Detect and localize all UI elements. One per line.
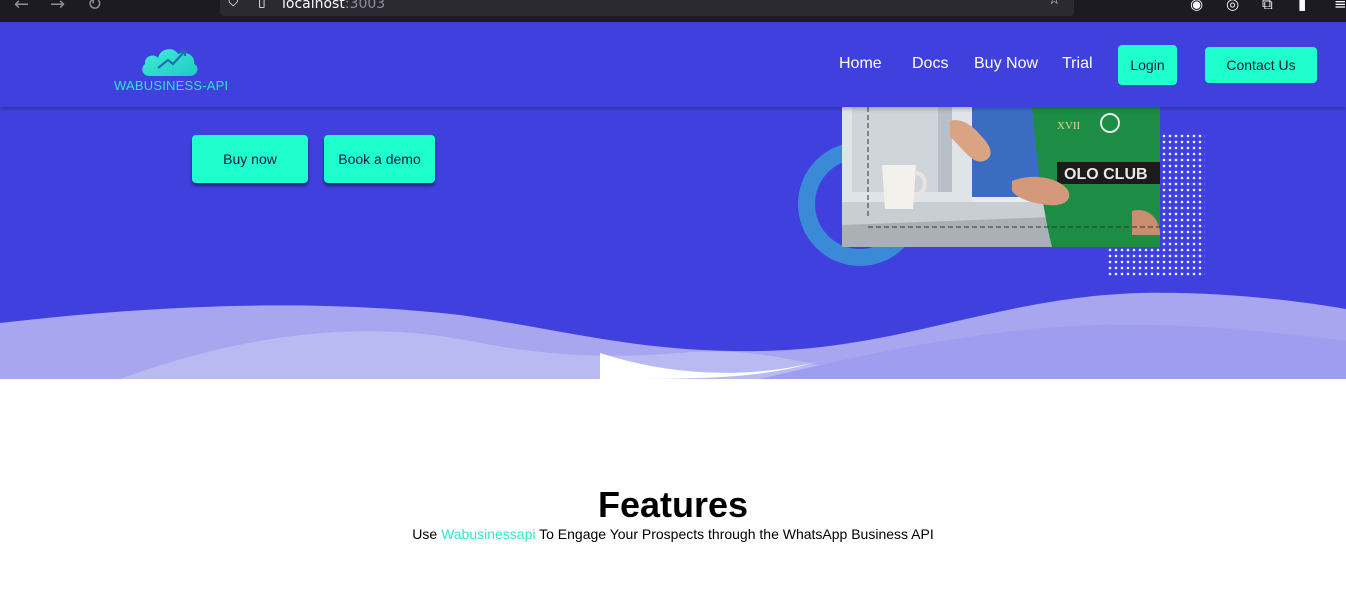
logo-text: WABUSINESS-API xyxy=(114,78,229,93)
bookmark-star-icon[interactable]: ☆ xyxy=(1048,0,1061,8)
account-icon[interactable]: ◎ xyxy=(1226,0,1239,13)
hero-image: OLO CLUB XVII xyxy=(842,107,1160,247)
contact-us-button[interactable]: Contact Us xyxy=(1205,47,1317,83)
features-subtitle: Use Wabusinessapi To Engage Your Prospec… xyxy=(0,526,1346,542)
url-text: localhost:3003 xyxy=(282,0,386,12)
shield-icon: ⛉ xyxy=(228,0,239,10)
extensions-icon[interactable]: ⧉ xyxy=(1262,0,1273,13)
browser-toolbar: ← → ↻ ⛉ ▯ localhost:3003 ☆ ◉ ◎ ⧉ ▮ ≡ xyxy=(0,0,1346,22)
address-bar[interactable]: ⛉ ▯ localhost:3003 ☆ xyxy=(220,0,1074,16)
pocket-icon[interactable]: ◉ xyxy=(1190,0,1203,13)
subtitle-prefix: Use xyxy=(412,526,442,542)
reload-icon[interactable]: ↻ xyxy=(87,0,102,16)
nav-home[interactable]: Home xyxy=(839,55,882,73)
cloud-logo-icon xyxy=(142,49,198,76)
logo[interactable]: WABUSINESS-API xyxy=(112,42,229,94)
book-demo-button[interactable]: Book a demo xyxy=(324,135,435,183)
page-icon: ▯ xyxy=(258,0,266,10)
reader-icon[interactable]: ▮ xyxy=(1298,0,1306,13)
nav-trial[interactable]: Trial xyxy=(1062,55,1093,73)
buy-now-button[interactable]: Buy now xyxy=(192,135,308,183)
site-header: WABUSINESS-API Home Docs Buy Now Trial L… xyxy=(0,22,1346,107)
svg-text:OLO CLUB: OLO CLUB xyxy=(1064,166,1148,183)
forward-icon[interactable]: → xyxy=(50,0,65,16)
back-icon[interactable]: ← xyxy=(14,0,29,16)
brand-highlight: Wabusinessapi xyxy=(441,526,536,542)
svg-text:XVII: XVII xyxy=(1057,120,1081,132)
subtitle-suffix: To Engage Your Prospects through the Wha… xyxy=(535,526,934,542)
menu-icon[interactable]: ≡ xyxy=(1334,0,1346,13)
login-button[interactable]: Login xyxy=(1118,45,1177,85)
features-title: Features xyxy=(597,484,749,525)
hero-section: Buy now Book a demo OLO CLUB XVII xyxy=(0,107,1346,379)
hero-wave-divider xyxy=(0,292,1346,379)
nav-buy-now[interactable]: Buy Now xyxy=(974,55,1038,73)
nav-docs[interactable]: Docs xyxy=(912,55,948,73)
